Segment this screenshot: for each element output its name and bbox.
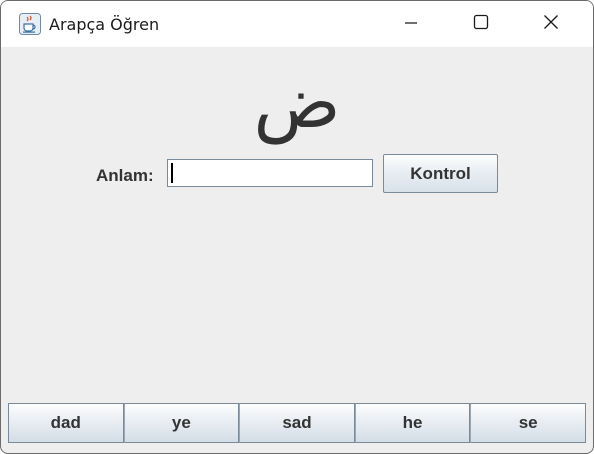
quiz-panel: ض Anlam: Kontrol dad ye sad he se [8, 47, 586, 447]
title-bar[interactable]: Arapça Öğren [1, 1, 593, 47]
java-cup-icon [19, 13, 41, 35]
text-caret [171, 163, 173, 183]
close-button[interactable] [523, 1, 579, 47]
answer-input[interactable] [167, 159, 373, 187]
minimize-button[interactable] [383, 1, 439, 47]
answer-label: Anlam: [96, 166, 154, 185]
maximize-icon [473, 14, 489, 34]
choice-button-he[interactable]: he [354, 403, 471, 443]
window-title: Arapça Öğren [49, 15, 160, 34]
choice-button-ye[interactable]: ye [123, 403, 240, 443]
close-icon [543, 14, 559, 34]
maximize-button[interactable] [453, 1, 509, 47]
choice-button-sad[interactable]: sad [239, 403, 355, 443]
choice-button-row: dad ye sad he se [8, 403, 586, 443]
kontrol-button[interactable]: Kontrol [383, 154, 498, 193]
app-window: Arapça Öğren ض Anlam: Kontrol dad ye sad [0, 0, 594, 454]
choice-button-se[interactable]: se [470, 403, 586, 443]
minimize-icon [404, 15, 418, 34]
arabic-letter: ض [253, 60, 341, 144]
choice-button-dad[interactable]: dad [8, 403, 124, 443]
